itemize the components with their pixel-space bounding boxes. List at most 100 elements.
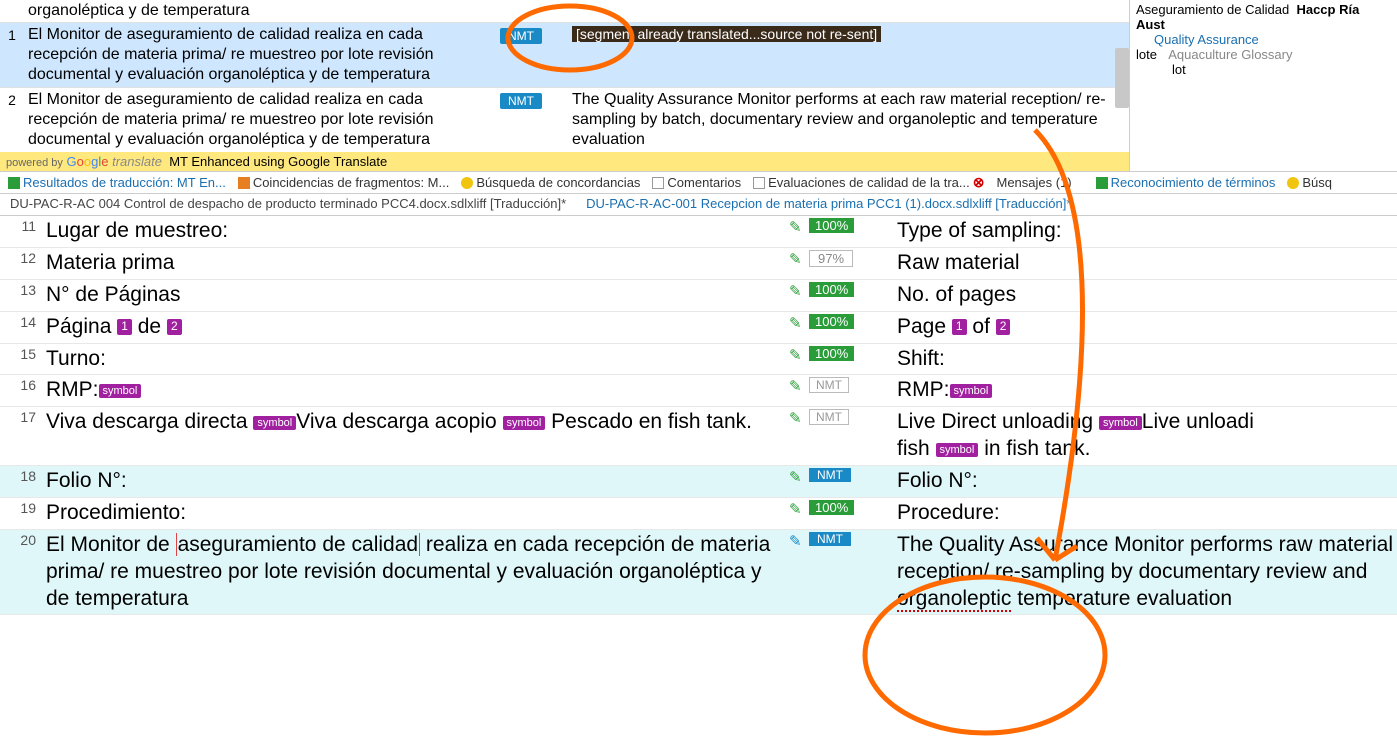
concordance-icon	[461, 177, 473, 189]
segment-target[interactable]: Shift:	[893, 344, 1397, 375]
results-icon	[8, 177, 20, 189]
tm-match-row[interactable]: 2El Monitor de aseguramiento de calidad …	[0, 87, 1129, 152]
segment-status: 97%	[785, 248, 893, 279]
comments-icon	[652, 177, 664, 189]
segment-source[interactable]: Folio N°:	[42, 466, 785, 497]
segment-row[interactable]: 19Procedimiento:100%Procedure:	[0, 498, 1397, 530]
bottom-panel-tabs: Resultados de traducción: MT En... Coinc…	[0, 172, 1397, 194]
segment-row[interactable]: 14Página 1 de 2100%Page 1 of 2	[0, 312, 1397, 344]
pencil-icon	[789, 250, 805, 266]
match-origin: NMT	[500, 23, 568, 44]
segment-target[interactable]: Raw material	[893, 248, 1397, 279]
match-percent-badge: 100%	[809, 218, 854, 233]
pencil-icon	[789, 346, 805, 362]
segment-source[interactable]: Materia prima	[42, 248, 785, 279]
match-origin: NMT	[500, 88, 568, 109]
tab-search[interactable]: Búsq	[1283, 174, 1336, 191]
pencil-icon	[789, 532, 805, 548]
doc-tab-active[interactable]: DU-PAC-R-AC-001 Recepcion de materia pri…	[576, 194, 1081, 215]
segment-source[interactable]: Lugar de muestreo:	[42, 216, 785, 247]
nmt-badge: NMT	[809, 468, 851, 482]
segment-row[interactable]: 17Viva descarga directa symbolViva desca…	[0, 407, 1397, 466]
segment-row[interactable]: 12Materia prima97%Raw material	[0, 248, 1397, 280]
segment-row[interactable]: 11Lugar de muestreo:100%Type of sampling…	[0, 216, 1397, 248]
google-logo: Google	[67, 154, 109, 169]
segment-status: NMT	[785, 530, 893, 615]
segment-target[interactable]: Live Direct unloading symbolLive unloadi…	[893, 407, 1397, 465]
nmt-badge: NMT	[500, 28, 542, 44]
tab-comments[interactable]: Comentarios	[648, 174, 745, 191]
pencil-icon	[789, 409, 805, 425]
pencil-icon	[789, 282, 805, 298]
segment-row[interactable]: 15Turno:100%Shift:	[0, 344, 1397, 376]
segment-target[interactable]: Type of sampling:	[893, 216, 1397, 247]
segment-target[interactable]: Procedure:	[893, 498, 1397, 529]
segment-source[interactable]: Viva descarga directa symbolViva descarg…	[42, 407, 785, 465]
segment-source[interactable]: Página 1 de 2	[42, 312, 785, 343]
segment-target[interactable]: Page 1 of 2	[893, 312, 1397, 343]
segment-status: 100%	[785, 280, 893, 311]
match-target-text: [segment already translated...source not…	[568, 23, 1129, 47]
term-entry-1[interactable]: Aseguramiento de Calidad Haccp Ría Aust	[1136, 2, 1391, 32]
tab-term-recognition[interactable]: Reconocimiento de términos	[1092, 174, 1280, 191]
segment-status: NMT	[785, 466, 893, 497]
tag-symbol: symbol	[950, 384, 993, 398]
segment-row[interactable]: 20El Monitor de aseguramiento de calidad…	[0, 530, 1397, 616]
match-percent-badge: 100%	[809, 314, 854, 329]
segment-number: 16	[0, 375, 42, 406]
pencil-icon	[789, 500, 805, 516]
pencil-icon	[789, 468, 805, 484]
nmt-badge: NMT	[500, 93, 542, 109]
tm-match-row[interactable]: 1El Monitor de aseguramiento de calidad …	[0, 22, 1129, 87]
tag-placeholder: 1	[117, 319, 132, 334]
term-source-1: Aseguramiento de Calidad	[1136, 2, 1289, 17]
term-target-1[interactable]: Quality Assurance	[1136, 32, 1391, 47]
segment-status: 100%	[785, 498, 893, 529]
match-percent-badge: 97%	[809, 250, 853, 267]
segment-number: 18	[0, 466, 42, 497]
segment-status: NMT	[785, 375, 893, 406]
term-target-2[interactable]: lot	[1136, 62, 1391, 77]
match-target-text: The Quality Assurance Monitor performs a…	[568, 88, 1129, 152]
segment-target[interactable]: Folio N°:	[893, 466, 1397, 497]
term-glossary-2: Aquaculture Glossary	[1164, 47, 1292, 62]
tab-messages[interactable]: Mensajes (1)	[993, 174, 1076, 191]
segment-target[interactable]: No. of pages	[893, 280, 1397, 311]
pencil-icon	[789, 314, 805, 330]
term-icon	[1096, 177, 1108, 189]
segment-row[interactable]: 13N° de Páginas100%No. of pages	[0, 280, 1397, 312]
tab-concordance[interactable]: Búsqueda de concordancias	[457, 174, 644, 191]
segment-number: 20	[0, 530, 42, 615]
segment-source[interactable]: Turno:	[42, 344, 785, 375]
segment-target[interactable]: RMP:symbol	[893, 375, 1397, 406]
term-entry-2[interactable]: lote Aquaculture Glossary	[1136, 47, 1391, 62]
segment-status: 100%	[785, 216, 893, 247]
segment-target[interactable]: The Quality Assurance Monitor performs r…	[893, 530, 1397, 615]
tab-fragment-matches[interactable]: Coincidencias de fragmentos: M...	[234, 174, 454, 191]
match-source-text: El Monitor de aseguramiento de calidad r…	[24, 23, 500, 87]
segment-source[interactable]: RMP:symbol	[42, 375, 785, 406]
tm-continuation-text: organoléptica y de temperatura	[0, 0, 1129, 22]
tab-qa[interactable]: Evaluaciones de calidad de la tra...⊗	[749, 173, 988, 192]
close-icon[interactable]: ⊗	[973, 174, 985, 191]
segment-source[interactable]: N° de Páginas	[42, 280, 785, 311]
term-recognition-panel: Aseguramiento de Calidad Haccp Ría Aust …	[1129, 0, 1397, 171]
pencil-icon	[789, 377, 805, 393]
tag-symbol: symbol	[503, 416, 546, 430]
nmt-badge: NMT	[809, 409, 849, 425]
powered-by-label: powered by	[6, 157, 63, 169]
tag-placeholder: 1	[952, 319, 967, 334]
segment-row[interactable]: 16RMP:symbolNMTRMP:symbol	[0, 375, 1397, 407]
tm-results: organoléptica y de temperatura 1El Monit…	[0, 0, 1129, 171]
doc-tab-inactive[interactable]: DU-PAC-R-AC 004 Control de despacho de p…	[0, 194, 576, 215]
segment-row[interactable]: 18Folio N°:NMTFolio N°:	[0, 466, 1397, 498]
segment-source[interactable]: Procedimiento:	[42, 498, 785, 529]
tm-scrollbar[interactable]	[1115, 48, 1129, 108]
segment-grid: 1 1 Lugar de muestreo: 100% Type of sampling…	[0, 216, 1397, 615]
fragments-icon	[238, 177, 250, 189]
mt-provider-name: MT Enhanced using Google Translate	[169, 154, 387, 169]
segment-source[interactable]: El Monitor de aseguramiento de calidad r…	[42, 530, 785, 615]
tab-translation-results[interactable]: Resultados de traducción: MT En...	[4, 174, 230, 191]
nmt-badge: NMT	[809, 532, 851, 546]
nmt-badge: NMT	[809, 377, 849, 393]
